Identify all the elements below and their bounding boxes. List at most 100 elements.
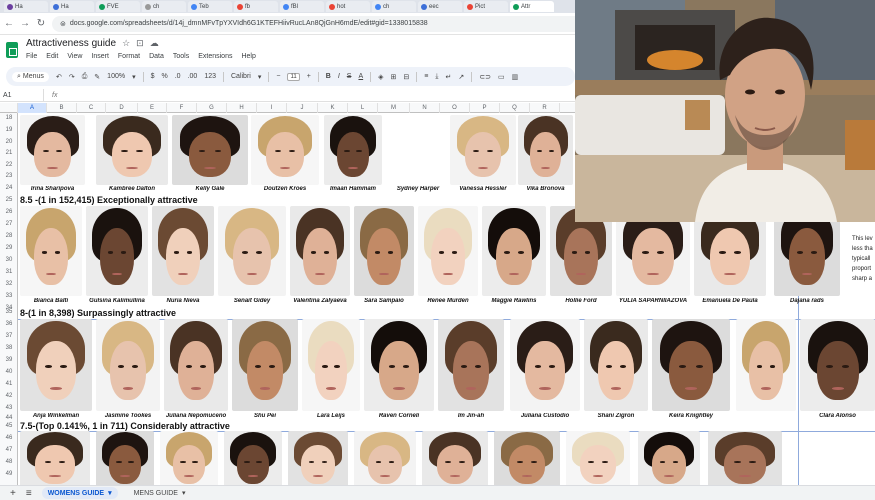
menus-search[interactable]: ⌕ Menus	[12, 71, 49, 82]
merge-cells-icon[interactable]: ⊟	[403, 73, 409, 81]
menu-extensions[interactable]: Extensions	[198, 53, 232, 60]
print-icon[interactable]: ⎙	[82, 73, 88, 81]
row-header-30[interactable]: 30	[0, 257, 18, 263]
bold-icon[interactable]: B	[326, 73, 331, 80]
row-header-27[interactable]: 27	[0, 221, 18, 227]
insert-link-icon[interactable]: ⊂⊃	[479, 73, 491, 81]
undo-icon[interactable]: ↶	[56, 73, 62, 81]
font-select[interactable]: Calibri	[231, 73, 251, 80]
select-all-corner[interactable]	[0, 103, 18, 113]
row-header-42[interactable]: 42	[0, 393, 18, 399]
row-header-39[interactable]: 39	[0, 357, 18, 363]
insert-comment-icon[interactable]: ▭	[498, 73, 505, 81]
font-chevron-down-icon[interactable]: ▾	[258, 73, 262, 81]
row-header-23[interactable]: 23	[0, 173, 18, 179]
star-icon[interactable]: ☆	[122, 38, 130, 49]
menu-help[interactable]: Help	[241, 53, 255, 60]
row-header-20[interactable]: 20	[0, 139, 18, 145]
browser-tab[interactable]: eec	[418, 1, 462, 12]
column-header-r[interactable]: R	[530, 103, 560, 113]
row-header-46[interactable]: 46	[0, 435, 18, 441]
cloud-status-icon[interactable]: ☁	[150, 38, 159, 49]
increase-decimal-button[interactable]: .00	[188, 73, 198, 80]
column-header-m[interactable]: M	[378, 103, 410, 113]
row-header-48[interactable]: 48	[0, 459, 18, 465]
browser-tab[interactable]: FVE	[96, 1, 140, 12]
chevron-down-icon[interactable]: ▾	[182, 489, 186, 497]
site-info-icon[interactable]: ⊜	[60, 20, 66, 28]
more-formats-button[interactable]: 123	[204, 73, 216, 80]
row-header-36[interactable]: 36	[0, 321, 18, 327]
row-header-29[interactable]: 29	[0, 245, 18, 251]
fill-color-icon[interactable]: ◈	[378, 73, 383, 81]
text-wrap-icon[interactable]: ↵	[445, 73, 451, 81]
paint-format-icon[interactable]: ✎	[94, 73, 100, 81]
add-sheet-button[interactable]: +	[10, 488, 16, 499]
decrease-decimal-button[interactable]: .0	[175, 73, 181, 80]
menu-edit[interactable]: Edit	[46, 53, 58, 60]
horizontal-align-icon[interactable]: ≡	[424, 73, 428, 80]
percent-button[interactable]: %	[162, 73, 168, 80]
column-header-n[interactable]: N	[410, 103, 440, 113]
font-size-field[interactable]: 11	[287, 72, 300, 81]
browser-tab[interactable]: Attr	[510, 1, 554, 12]
column-header-p[interactable]: P	[470, 103, 500, 113]
currency-button[interactable]: $	[151, 73, 155, 80]
row-header-32[interactable]: 32	[0, 281, 18, 287]
browser-tab[interactable]: ch	[142, 1, 186, 12]
redo-icon[interactable]: ↷	[69, 73, 75, 81]
vertical-align-icon[interactable]: ⤓	[435, 73, 438, 81]
row-header-41[interactable]: 41	[0, 381, 18, 387]
browser-tab[interactable]: fBl	[280, 1, 324, 12]
sheets-logo-icon[interactable]	[6, 42, 18, 58]
text-rotate-icon[interactable]: ↗	[458, 73, 464, 81]
font-size-increase-icon[interactable]: +	[307, 73, 311, 80]
column-header-l[interactable]: L	[348, 103, 378, 113]
row-header-47[interactable]: 47	[0, 447, 18, 453]
sheet-tab-womens-guide[interactable]: WOMENS GUIDE ▾	[41, 487, 118, 499]
column-header-a[interactable]: A	[18, 103, 47, 113]
text-color-icon[interactable]: A	[358, 73, 363, 80]
doc-title[interactable]: Attractiveness guide	[26, 38, 116, 49]
forward-icon[interactable]: →	[20, 18, 30, 29]
row-header-37[interactable]: 37	[0, 333, 18, 339]
row-header-44[interactable]: 44	[0, 415, 18, 421]
row-header-18[interactable]: 18	[0, 115, 18, 121]
strikethrough-icon[interactable]: S	[347, 73, 352, 80]
column-header-i[interactable]: I	[257, 103, 287, 113]
row-header-33[interactable]: 33	[0, 293, 18, 299]
row-header-45[interactable]: 45	[0, 423, 18, 429]
menu-data[interactable]: Data	[149, 53, 164, 60]
browser-tab[interactable]: fb	[234, 1, 278, 12]
zoom-select[interactable]: 100%	[107, 73, 125, 80]
column-header-j[interactable]: J	[287, 103, 318, 113]
row-header-49[interactable]: 49	[0, 471, 18, 477]
column-header-o[interactable]: O	[440, 103, 470, 113]
column-header-g[interactable]: G	[197, 103, 227, 113]
all-sheets-button[interactable]: ≡	[26, 488, 32, 499]
column-header-k[interactable]: K	[318, 103, 348, 113]
name-box[interactable]: A1	[0, 89, 44, 101]
row-header-26[interactable]: 26	[0, 209, 18, 215]
borders-icon[interactable]: ⊞	[391, 73, 397, 81]
row-header-21[interactable]: 21	[0, 150, 18, 156]
row-header-35[interactable]: 35	[0, 309, 18, 315]
column-header-d[interactable]: D	[106, 103, 138, 113]
row-header-40[interactable]: 40	[0, 369, 18, 375]
row-header-31[interactable]: 31	[0, 269, 18, 275]
browser-tab[interactable]: Ha	[50, 1, 94, 12]
browser-tab[interactable]: Teb	[188, 1, 232, 12]
row-header-28[interactable]: 28	[0, 233, 18, 239]
column-header-h[interactable]: H	[227, 103, 257, 113]
row-header-24[interactable]: 24	[0, 185, 18, 191]
row-header-25[interactable]: 25	[0, 197, 18, 203]
column-header-e[interactable]: E	[138, 103, 167, 113]
menu-tools[interactable]: Tools	[173, 53, 189, 60]
column-header-f[interactable]: F	[167, 103, 197, 113]
menu-view[interactable]: View	[67, 53, 82, 60]
column-header-b[interactable]: B	[47, 103, 77, 113]
back-icon[interactable]: ←	[4, 18, 14, 29]
menu-format[interactable]: Format	[118, 53, 140, 60]
sheet-tab-mens-guide[interactable]: MENS GUIDE ▾	[128, 487, 192, 499]
zoom-chevron-down-icon[interactable]: ▾	[132, 73, 136, 81]
